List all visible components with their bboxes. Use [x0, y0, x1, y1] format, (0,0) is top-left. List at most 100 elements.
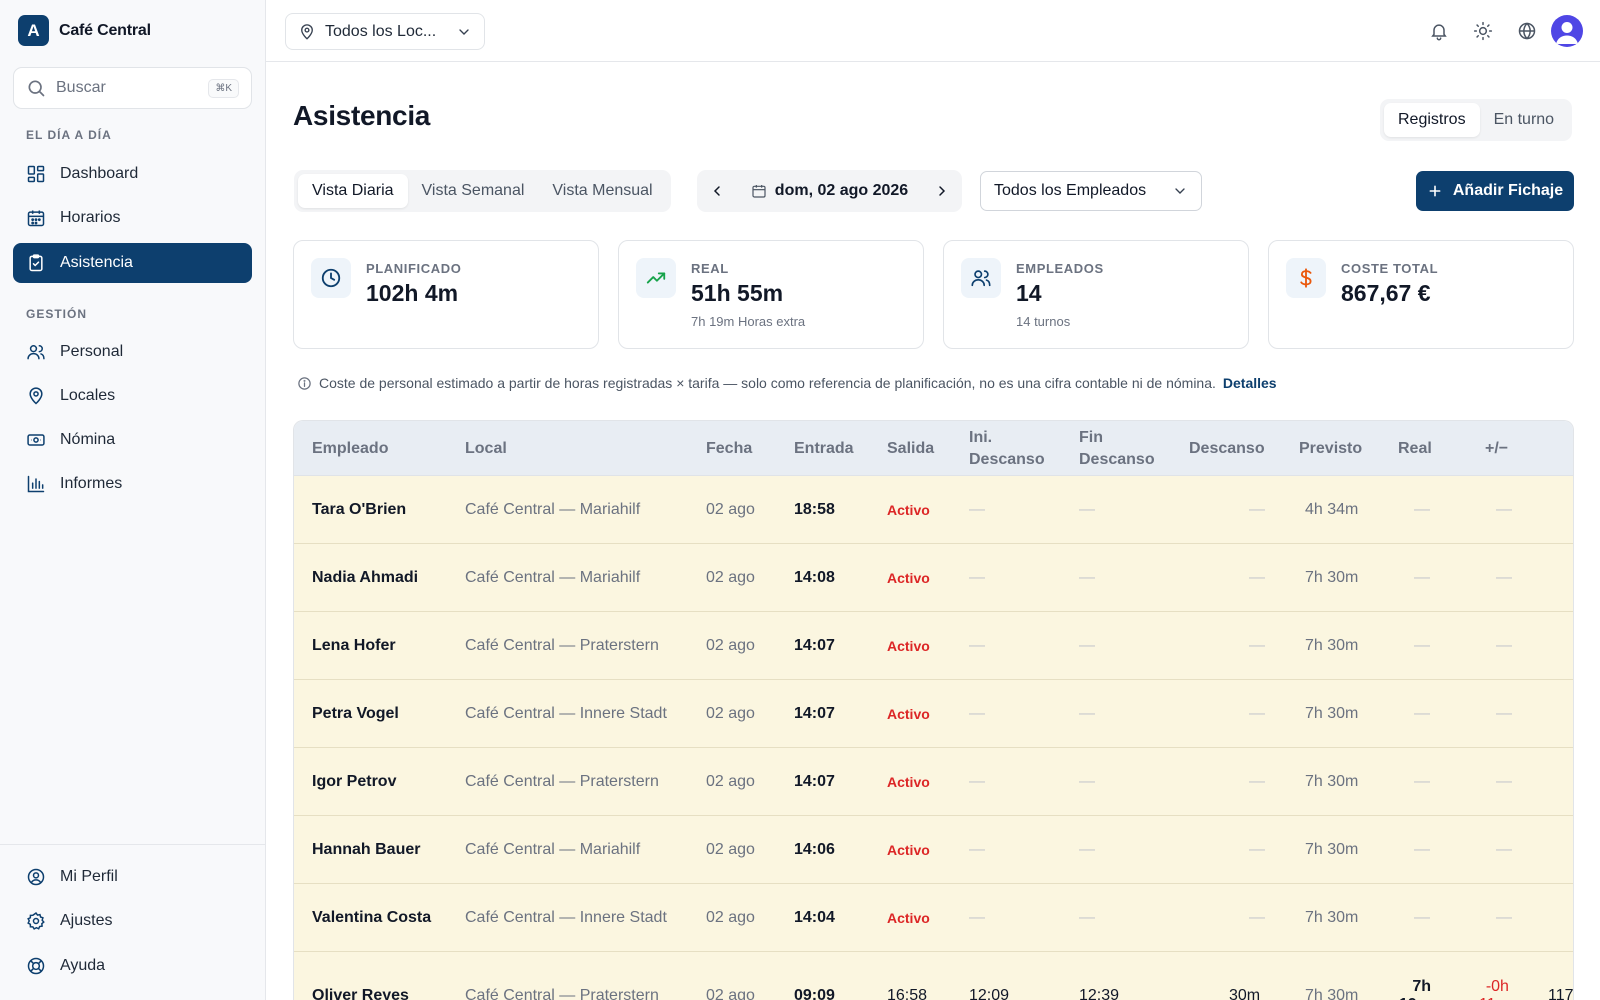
- sidebar-item-dashboard[interactable]: Dashboard: [13, 154, 252, 194]
- language-button[interactable]: [1515, 19, 1539, 43]
- col-inicio-descanso-line2: Descanso: [969, 450, 1045, 468]
- sidebar-item-informes[interactable]: Informes: [13, 464, 252, 504]
- cell-break: —: [1249, 841, 1265, 858]
- sidebar-item-label: Dashboard: [60, 165, 139, 182]
- col-salida[interactable]: Salida: [887, 421, 934, 476]
- sidebar-item-ajustes[interactable]: Ajustes: [13, 901, 252, 941]
- bar-chart-icon: [27, 475, 45, 493]
- next-day-button[interactable]: [930, 179, 954, 203]
- search-input[interactable]: Buscar ⌘K: [13, 67, 252, 109]
- cell-planned: 7h 30m: [1305, 909, 1359, 926]
- table-row[interactable]: Igor Petrov Café Central — Praterstern 0…: [294, 748, 1573, 816]
- sidebar-item-personal[interactable]: Personal: [13, 332, 252, 372]
- table-row[interactable]: Petra Vogel Café Central — Innere Stadt …: [294, 680, 1573, 748]
- cell-break-end: —: [1079, 501, 1095, 518]
- table-header: Empleado Local Fecha Entrada Salida Ini.…: [294, 421, 1573, 476]
- cell-employee: Tara O'Brien: [312, 501, 407, 518]
- cell-break: —: [1249, 501, 1265, 518]
- table-row[interactable]: Oliver Reyes Café Central — Praterstern …: [294, 952, 1573, 1000]
- table-row[interactable]: Tara O'Brien Café Central — Mariahilf 02…: [294, 476, 1573, 544]
- cell-planned: 7h 30m: [1305, 987, 1359, 1000]
- table-row[interactable]: Hannah Bauer Café Central — Mariahilf 02…: [294, 816, 1573, 884]
- avatar[interactable]: [1551, 15, 1583, 47]
- brand[interactable]: A Café Central: [18, 15, 151, 46]
- cell-planned: 7h 30m: [1305, 773, 1359, 790]
- cell-date: 02 ago: [706, 705, 755, 722]
- cell-diff: —: [1496, 841, 1512, 858]
- cell-real: —: [1414, 569, 1430, 586]
- cell-planned: 7h 30m: [1305, 637, 1359, 654]
- cell-local: Café Central — Mariahilf: [465, 841, 641, 858]
- col-real[interactable]: Real: [1398, 421, 1432, 476]
- table-row[interactable]: Lena Hofer Café Central — Praterstern 02…: [294, 612, 1573, 680]
- sidebar-item-locales[interactable]: Locales: [13, 376, 252, 416]
- cost-notice-text: Coste de personal estimado a partir de h…: [319, 375, 1216, 391]
- cost-notice-details-link[interactable]: Detalles: [1223, 375, 1277, 391]
- cell-real: —: [1414, 637, 1430, 654]
- users-icon: [27, 345, 45, 360]
- col-inicio-descanso-line1: Ini.: [969, 428, 993, 446]
- notifications-button[interactable]: [1427, 19, 1451, 43]
- cell-planned: 7h 30m: [1305, 569, 1359, 586]
- cell-clock-in: 14:08: [794, 569, 835, 586]
- cell-status-active: Activo: [887, 638, 930, 654]
- gear-icon: [27, 912, 45, 930]
- theme-toggle-button[interactable]: [1471, 19, 1495, 43]
- cell-break: 30m: [1229, 987, 1261, 1000]
- tab-en-turno[interactable]: En turno: [1480, 103, 1568, 137]
- clipboard-check-icon: [29, 254, 43, 272]
- location-select[interactable]: Todos los Loc...: [285, 13, 485, 50]
- chevron-down-icon: [459, 28, 469, 35]
- cell-real: —: [1414, 773, 1430, 790]
- cell-break-start: —: [969, 705, 985, 722]
- table-row[interactable]: Nadia Ahmadi Café Central — Mariahilf 02…: [294, 544, 1573, 612]
- tab-vista-diaria[interactable]: Vista Diaria: [298, 174, 408, 208]
- cell-local: Café Central — Mariahilf: [465, 569, 641, 586]
- col-fin-descanso-line1: Fin: [1079, 428, 1103, 446]
- col-previsto[interactable]: Previsto: [1299, 421, 1362, 476]
- sidebar-item-horarios[interactable]: Horarios: [13, 198, 252, 238]
- cell-local: Café Central — Praterstern: [465, 773, 659, 790]
- cell-diff: —: [1496, 773, 1512, 790]
- stat-label: REAL: [691, 261, 729, 276]
- cell-clock-in: 14:07: [794, 705, 835, 722]
- date-picker[interactable]: dom, 02 ago 2026: [729, 182, 930, 200]
- cell-break-start: —: [969, 773, 985, 790]
- col-fecha[interactable]: Fecha: [706, 421, 752, 476]
- sidebar-item-asistencia[interactable]: Asistencia: [13, 243, 252, 283]
- col-inicio-descanso[interactable]: Ini. Descanso: [969, 421, 1045, 476]
- cell-diff: —: [1496, 705, 1512, 722]
- page-title: Asistencia: [293, 100, 431, 131]
- add-clock-entry-button[interactable]: Añadir Fichaje: [1416, 171, 1574, 211]
- cell-clock-in: 14:07: [794, 637, 835, 654]
- cell-employee: Petra Vogel: [312, 705, 399, 722]
- employee-filter-select[interactable]: Todos los Empleados: [980, 171, 1202, 211]
- col-diferencia[interactable]: +/−: [1485, 421, 1508, 476]
- tab-vista-semanal[interactable]: Vista Semanal: [408, 174, 539, 208]
- col-local[interactable]: Local: [465, 421, 507, 476]
- tab-vista-mensual[interactable]: Vista Mensual: [538, 174, 666, 208]
- sidebar-item-label: Ajustes: [60, 912, 113, 929]
- cell-local: Café Central — Praterstern: [465, 637, 659, 654]
- sidebar-item-ayuda[interactable]: Ayuda: [13, 946, 252, 986]
- stat-value: 51h 55m: [691, 280, 784, 306]
- trending-up-icon: [636, 258, 676, 298]
- previous-day-button[interactable]: [705, 179, 729, 203]
- col-empleado[interactable]: Empleado: [312, 421, 388, 476]
- sidebar-item-label: Informes: [60, 475, 123, 492]
- tab-registros[interactable]: Registros: [1384, 103, 1480, 137]
- chevron-down-icon: [1175, 188, 1185, 194]
- col-fin-descanso[interactable]: Fin Descanso: [1079, 421, 1155, 476]
- topbar: Todos los Loc...: [266, 0, 1600, 62]
- table-row[interactable]: Valentina Costa Café Central — Innere St…: [294, 884, 1573, 952]
- user-circle-icon: [27, 868, 45, 886]
- sidebar-item-nomina[interactable]: Nómina: [13, 420, 252, 460]
- stat-subtext: 7h 19m Horas extra: [691, 314, 806, 329]
- cell-break-end: —: [1079, 705, 1095, 722]
- sidebar-item-mi-perfil[interactable]: Mi Perfil: [13, 857, 252, 897]
- col-entrada[interactable]: Entrada: [794, 421, 854, 476]
- col-descanso[interactable]: Descanso: [1189, 421, 1265, 476]
- chevron-left-icon: [713, 186, 720, 196]
- cell-employee: Oliver Reyes: [312, 987, 409, 1000]
- attendance-table: Empleado Local Fecha Entrada Salida Ini.…: [293, 420, 1574, 1000]
